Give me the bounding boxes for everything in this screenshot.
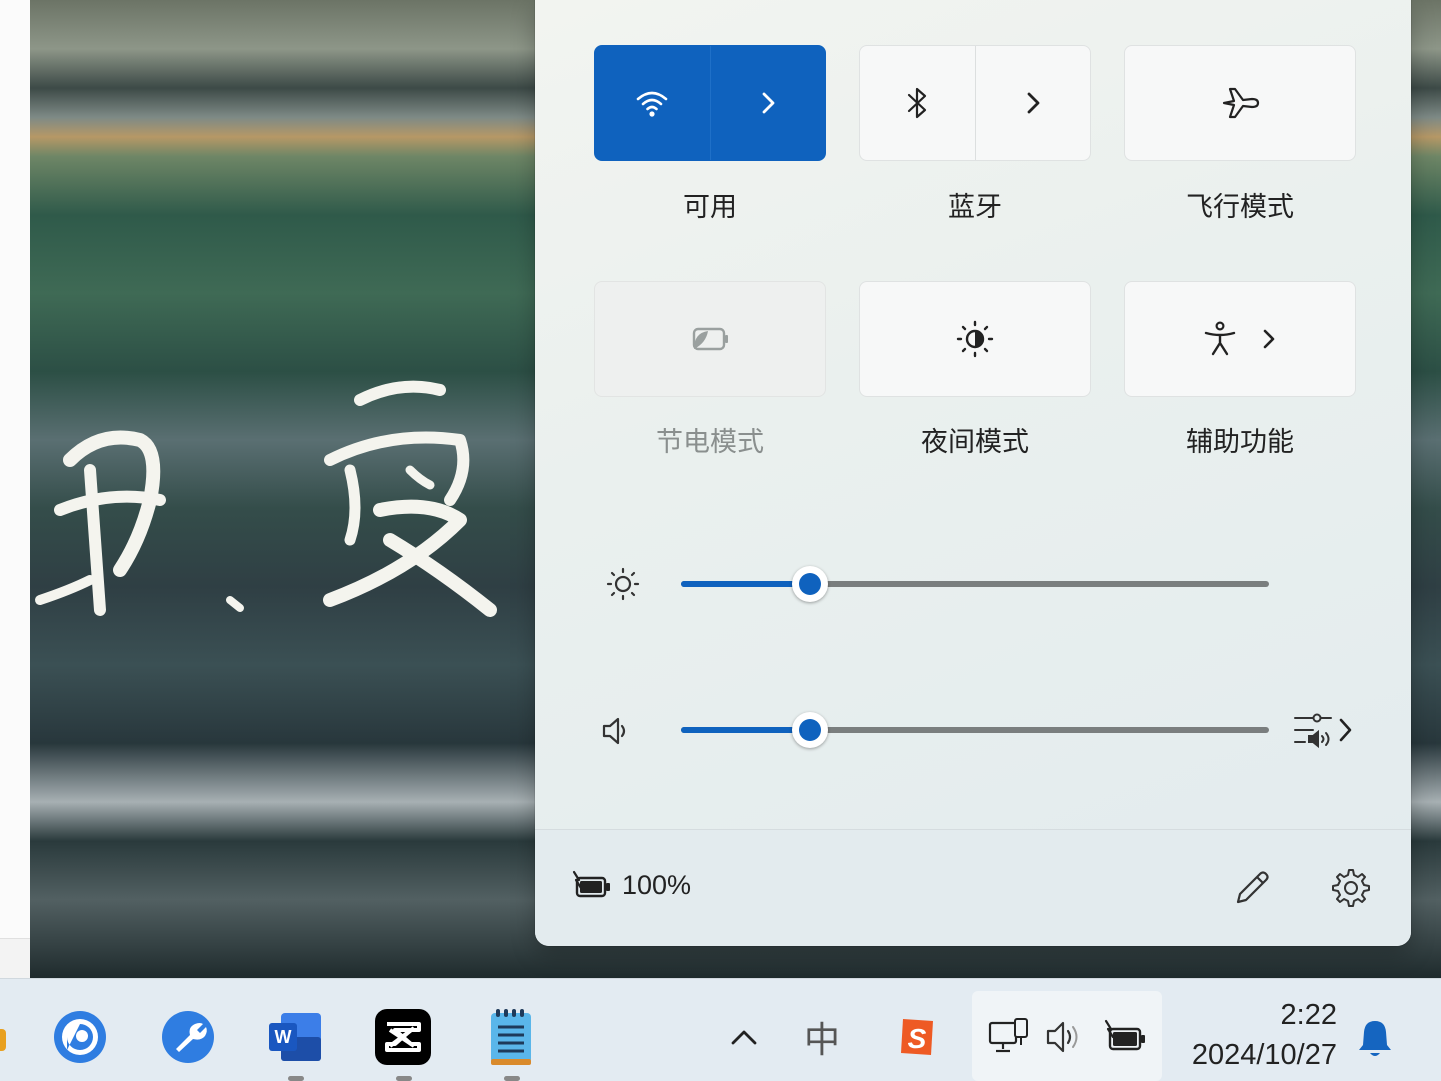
clock-date: 2024/10/27 <box>1191 1039 1337 1071</box>
accessibility-icon <box>1204 321 1236 356</box>
battery-charging-icon[interactable] <box>571 868 615 902</box>
volume-slider-row <box>535 700 1411 760</box>
ime-indicator[interactable]: 中 <box>798 1013 846 1061</box>
audio-output-icon <box>1294 713 1332 749</box>
accessibility-label: 辅助功能 <box>1186 427 1294 457</box>
quick-settings-footer: 100% <box>535 829 1411 946</box>
pencil-icon[interactable] <box>1230 866 1274 910</box>
notepad-app-icon[interactable] <box>481 1007 541 1067</box>
battery-saver-label: 节电模式 <box>656 427 764 457</box>
slider-thumb[interactable] <box>792 566 828 602</box>
slider-fill <box>681 727 810 733</box>
partial-app-icon[interactable] <box>0 1029 6 1051</box>
volume-slider[interactable] <box>681 700 1269 760</box>
battery-saver-icon <box>692 327 728 351</box>
quick-settings-panel: 可用 蓝牙 飞行模式 节电模式 夜间模式 辅助功能 100% <box>535 0 1411 946</box>
chevron-right-icon <box>1027 92 1040 114</box>
airplane-icon <box>1222 87 1260 119</box>
speaker-icon <box>602 717 626 745</box>
sogou-icon[interactable]: S <box>892 1013 942 1061</box>
battery-charging-icon <box>1104 1019 1145 1051</box>
accessibility-tile[interactable] <box>1124 281 1356 397</box>
system-tray-group[interactable] <box>972 991 1162 1081</box>
bell-icon[interactable] <box>1355 1017 1395 1061</box>
tray-overflow-button[interactable] <box>722 1017 766 1057</box>
wifi-toggle[interactable] <box>595 46 710 160</box>
night-light-label: 夜间模式 <box>921 427 1029 457</box>
battery-saver-tile[interactable] <box>594 281 826 397</box>
airplane-mode-label: 飞行模式 <box>1186 192 1294 222</box>
wifi-tile[interactable] <box>594 45 826 161</box>
brightness-icon <box>606 567 640 601</box>
brightness-slider[interactable] <box>681 554 1269 614</box>
bluetooth-tile[interactable] <box>859 45 1091 161</box>
svg-text:S: S <box>908 1023 927 1054</box>
network-icon <box>988 1018 1028 1053</box>
wifi-icon <box>636 91 668 117</box>
airplane-mode-tile[interactable] <box>1124 45 1356 161</box>
battery-percentage[interactable]: 100% <box>622 870 691 901</box>
wifi-label: 可用 <box>683 192 737 222</box>
chevron-up-icon <box>731 1030 757 1045</box>
chevron-right-icon <box>762 92 775 114</box>
bluetooth-toggle[interactable] <box>860 46 975 160</box>
svg-text:W: W <box>275 1027 292 1047</box>
taskbar: W 中 S 2:22 2024/10/27 <box>0 978 1441 1081</box>
slider-thumb[interactable] <box>792 712 828 748</box>
speaker-icon <box>1046 1021 1078 1053</box>
running-indicator <box>288 1076 304 1081</box>
word-app-icon[interactable]: W <box>265 1007 325 1067</box>
background-window-edge-bottom <box>0 938 30 979</box>
chevron-right-icon <box>1339 718 1352 742</box>
background-window-edge <box>0 0 31 978</box>
night-light-tile[interactable] <box>859 281 1091 397</box>
wallpaper-calligraphy <box>35 380 497 617</box>
slider-fill <box>681 581 810 587</box>
gear-icon[interactable] <box>1329 866 1373 910</box>
bluetooth-chevron-button[interactable] <box>974 46 1091 160</box>
chat-app-icon[interactable] <box>50 1007 110 1067</box>
chevron-right-icon <box>1263 329 1275 349</box>
running-indicator <box>504 1076 520 1081</box>
running-indicator <box>396 1076 412 1081</box>
capcut-app-icon[interactable] <box>373 1007 433 1067</box>
brightness-slider-row <box>535 554 1411 614</box>
night-light-icon <box>956 320 994 358</box>
wifi-chevron-button[interactable] <box>709 46 826 160</box>
tools-app-icon[interactable] <box>158 1007 218 1067</box>
clock-time: 2:22 <box>1280 999 1337 1031</box>
bluetooth-icon <box>908 87 927 119</box>
bluetooth-label: 蓝牙 <box>948 192 1002 222</box>
audio-output-button[interactable] <box>1291 710 1363 750</box>
